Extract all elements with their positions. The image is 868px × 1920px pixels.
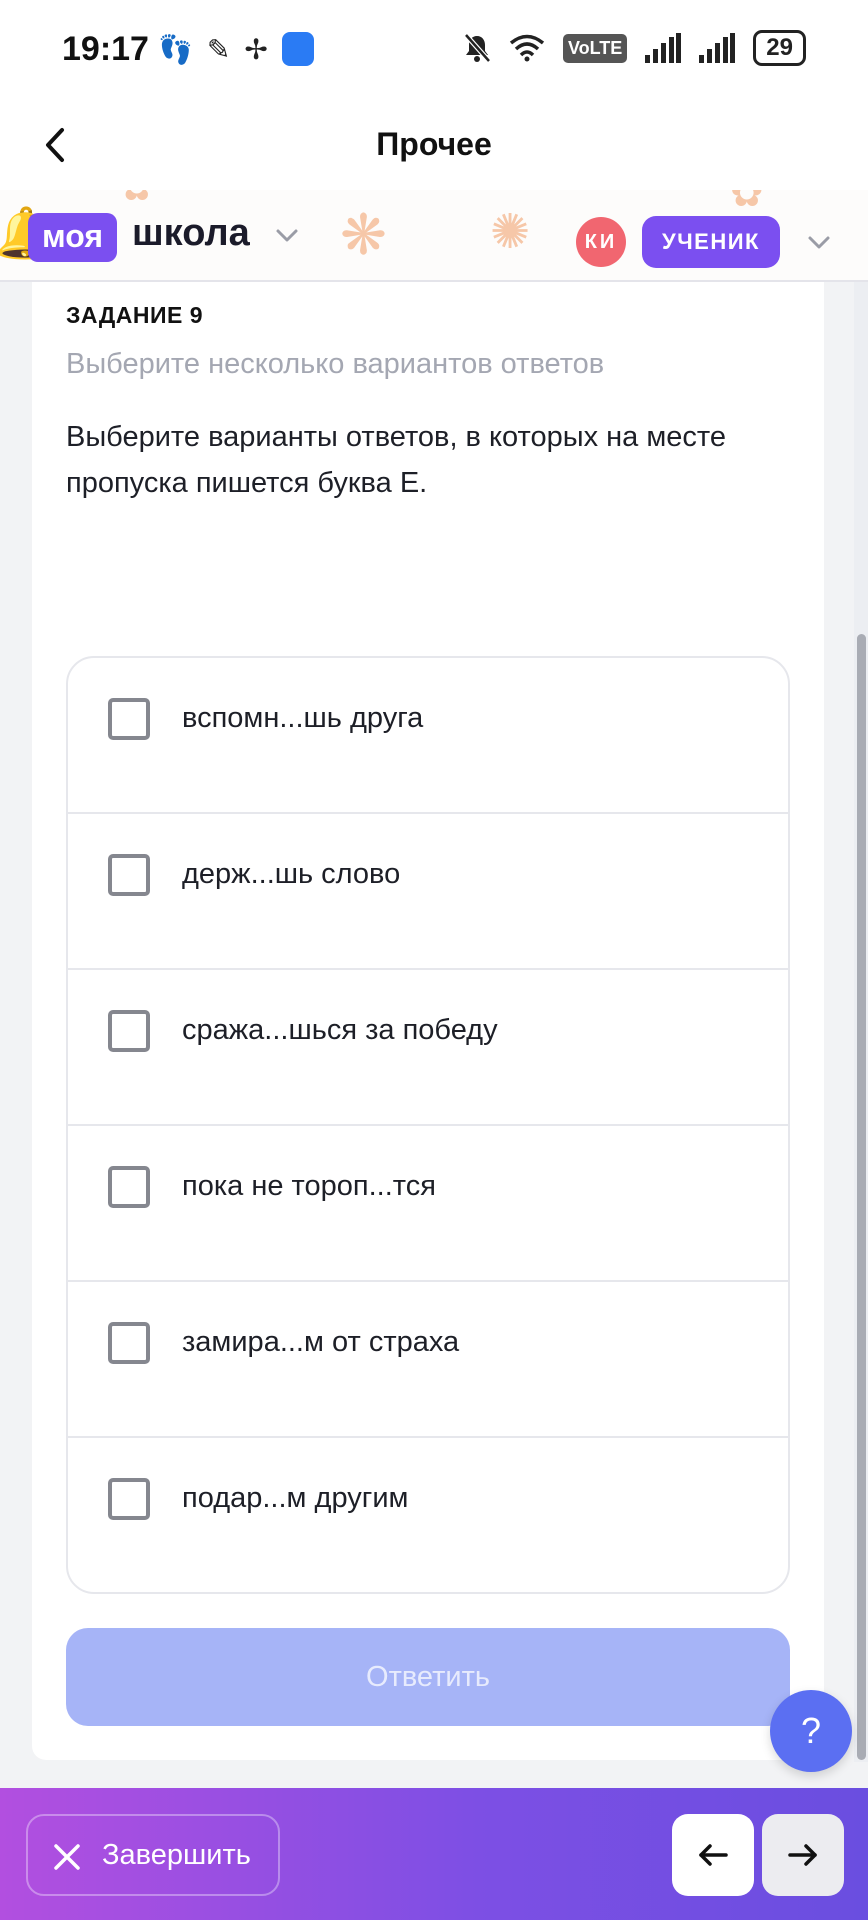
option-label: пока не тороп...тся bbox=[182, 1170, 436, 1202]
school-header: ❋ ✺ ✿ ✿ 🔔 моя школа КИ УЧЕНИК bbox=[0, 190, 868, 282]
finish-button[interactable]: Завершить bbox=[26, 1814, 280, 1896]
app-bar: Прочее bbox=[0, 100, 868, 190]
mute-icon bbox=[464, 33, 491, 63]
app-market-icon bbox=[281, 32, 314, 66]
option-label: подар...м другим bbox=[182, 1482, 409, 1514]
checkbox[interactable] bbox=[108, 1166, 150, 1208]
role-badge[interactable]: УЧЕНИК bbox=[642, 216, 780, 268]
task-card: ЗАДАНИЕ 9 Выберите несколько вариантов о… bbox=[32, 282, 824, 1760]
options-list: вспомн...шь друга держ...шь слово сража.… bbox=[66, 656, 790, 1594]
prev-button[interactable] bbox=[672, 1814, 754, 1896]
task-question: Выберите варианты ответов, в которых на … bbox=[66, 421, 726, 499]
avatar[interactable]: КИ bbox=[576, 217, 626, 267]
status-bar: 19:17 👣 ✎ ✢ VoLTE 29 bbox=[0, 0, 868, 100]
logo-moya[interactable]: моя bbox=[28, 213, 118, 262]
page-title: Прочее bbox=[376, 126, 492, 162]
arrow-left-icon bbox=[699, 1844, 728, 1866]
checkbox[interactable] bbox=[108, 854, 150, 896]
signal-icon bbox=[645, 33, 682, 63]
notification-icons: 👣 ✎ ✢ bbox=[158, 32, 314, 66]
next-button[interactable] bbox=[762, 1814, 844, 1896]
pinwheel-icon: ✢ bbox=[244, 33, 268, 65]
system-icons: VoLTE 29 bbox=[463, 30, 806, 66]
chevron-down-icon[interactable] bbox=[804, 227, 834, 257]
task-hint: Выберите несколько вариантов ответов bbox=[66, 348, 605, 380]
signal-icon bbox=[699, 33, 736, 63]
option-label: вспомн...шь друга bbox=[182, 702, 424, 734]
volte-badge: VoLTE bbox=[562, 33, 628, 63]
maple-leaf-decoration: ❋ bbox=[340, 203, 387, 266]
logo-shkola[interactable]: школа bbox=[132, 212, 250, 255]
option-item[interactable]: замира...м от страха bbox=[68, 1282, 788, 1438]
option-label: сража...шься за победу bbox=[182, 1014, 498, 1046]
close-icon bbox=[54, 1844, 80, 1870]
battery-icon: 29 bbox=[753, 30, 806, 66]
checkbox[interactable] bbox=[108, 1478, 150, 1520]
option-item[interactable]: пока не тороп...тся bbox=[68, 1126, 788, 1282]
checkbox[interactable] bbox=[108, 1010, 150, 1052]
chevron-down-icon[interactable] bbox=[272, 220, 302, 250]
checkbox[interactable] bbox=[108, 698, 150, 740]
status-time: 19:17 bbox=[62, 30, 149, 68]
option-item[interactable]: сража...шься за победу bbox=[68, 970, 788, 1126]
wifi-icon bbox=[509, 34, 545, 62]
bottom-bar: Завершить bbox=[0, 1788, 868, 1920]
option-item[interactable]: держ...шь слово bbox=[68, 814, 788, 970]
option-item[interactable]: вспомн...шь друга bbox=[68, 658, 788, 814]
checkbox[interactable] bbox=[108, 1322, 150, 1364]
option-item[interactable]: подар...м другим bbox=[68, 1438, 788, 1592]
answer-button[interactable]: Ответить bbox=[66, 1628, 790, 1726]
footprints-icon: 👣 bbox=[158, 33, 193, 65]
option-label: замира...м от страха bbox=[182, 1326, 460, 1358]
finish-label: Завершить bbox=[102, 1839, 251, 1871]
scrollbar-thumb[interactable] bbox=[857, 634, 866, 1760]
leaf-decoration: ✺ bbox=[490, 206, 531, 259]
hummingbird-icon: ✎ bbox=[206, 33, 231, 65]
arrow-right-icon bbox=[788, 1844, 817, 1866]
task-number: ЗАДАНИЕ 9 bbox=[66, 302, 204, 328]
leaf-decoration: ✿ bbox=[730, 190, 764, 215]
leaf-decoration: ✿ bbox=[120, 190, 154, 210]
option-label: держ...шь слово bbox=[182, 858, 401, 890]
help-button[interactable]: ? bbox=[770, 1690, 852, 1772]
